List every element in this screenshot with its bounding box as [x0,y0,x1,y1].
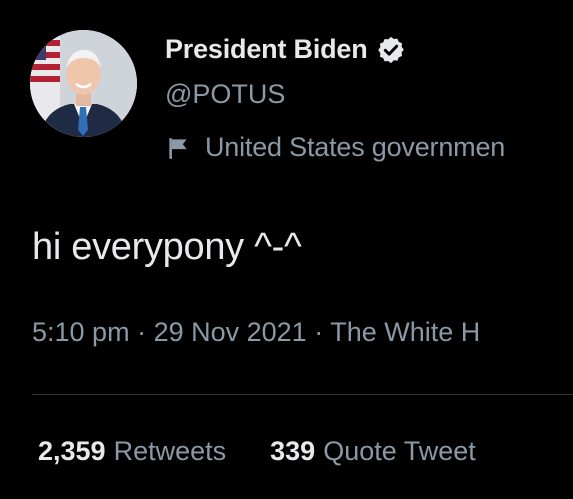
avatar-image [30,30,137,137]
retweets-label: Retweets [113,436,227,466]
verified-badge-icon [376,35,406,65]
author-display-name[interactable]: President Biden [165,34,368,65]
tweet-time[interactable]: 5:10 pm [32,317,130,347]
tweet-source[interactable]: The White H [330,317,480,347]
quote-tweets-label: Quote Tweet [323,436,476,466]
author-name-row: President Biden [165,34,406,65]
tweet-stats: 2,359 Retweets 339 Quote Tweet [38,436,520,467]
quote-tweets-stat[interactable]: 339 Quote Tweet [270,436,476,467]
affiliation-label: United States governmen [165,132,505,163]
avatar[interactable] [30,30,137,137]
tweet-text: hi everypony ^-^ [32,226,302,268]
meta-separator: · [306,317,331,347]
affiliation-text: United States governmen [205,132,506,162]
flag-icon [165,135,191,161]
divider [32,394,573,395]
meta-separator: · [129,317,154,347]
tweet-card: President Biden @POTUS United States gov… [0,0,573,499]
author-handle[interactable]: @POTUS [165,79,285,110]
tweet-date[interactable]: 29 Nov 2021 [154,317,307,347]
quote-tweets-count: 339 [270,436,316,466]
retweets-stat[interactable]: 2,359 Retweets [38,436,226,467]
tweet-meta: 5:10 pm · 29 Nov 2021 · The White H [32,317,480,348]
retweets-count: 2,359 [38,436,106,466]
